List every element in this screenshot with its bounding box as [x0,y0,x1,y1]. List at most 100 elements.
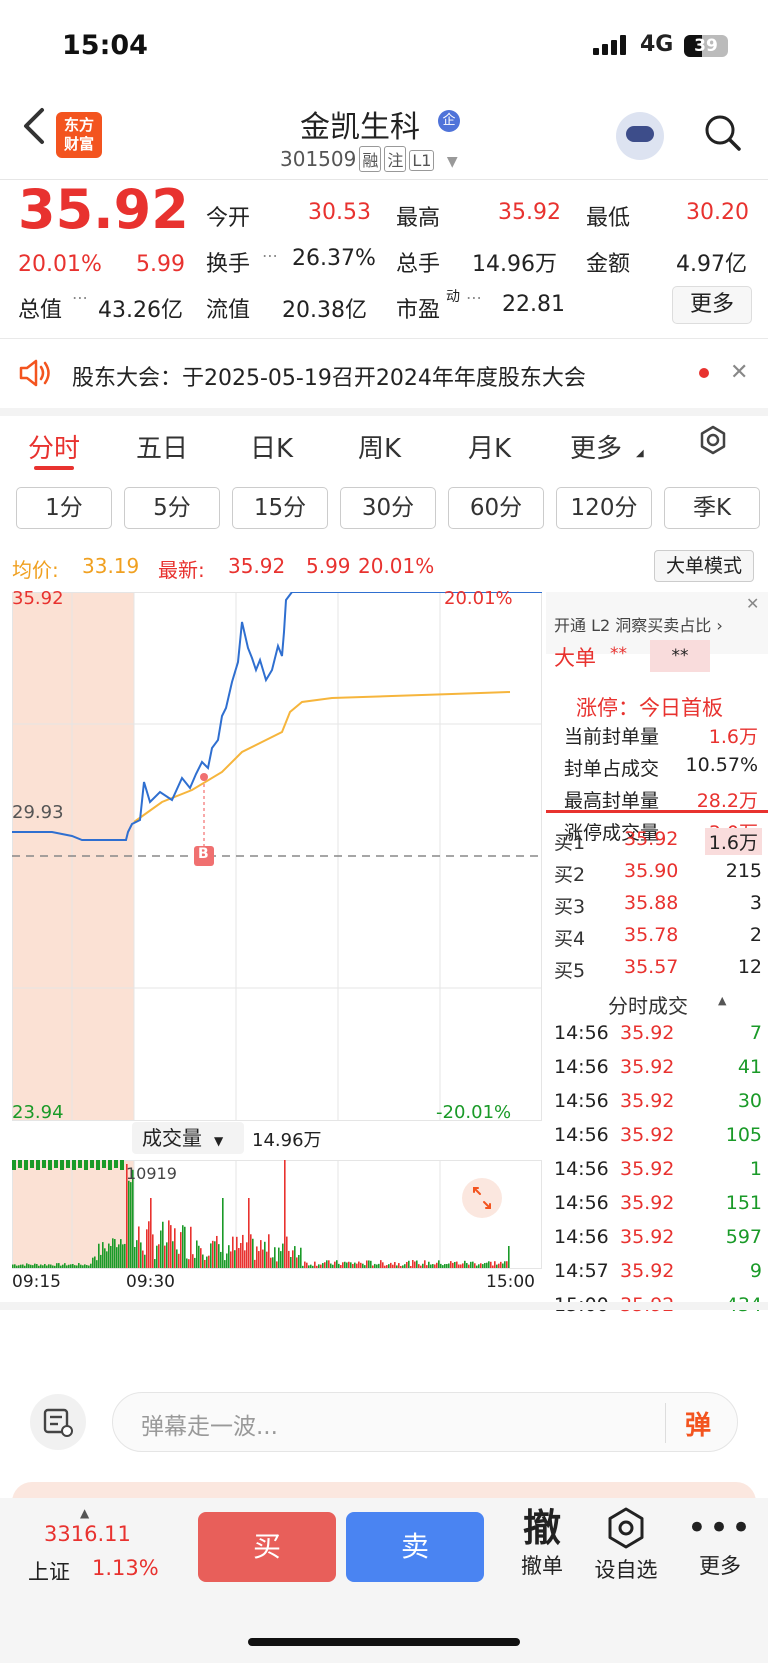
volume-bar [498,1263,500,1268]
volume-bar [210,1243,212,1268]
tick-row: 14:57 35.92 9 [546,1260,768,1290]
volume-bar [346,1262,348,1268]
volume-bar [114,1239,116,1268]
tab-5day[interactable]: 五日 [136,428,188,465]
volume-bar [82,1265,84,1268]
intraday-chart[interactable]: 35.92 29.93 23.94 20.01% -20.01% B 成交量 ▼ … [12,588,542,1302]
volume-bar [144,1254,146,1268]
buy-marker[interactable]: B [198,846,209,862]
period-quarter[interactable]: 季K [664,487,760,529]
info-icon[interactable]: ⋯ [466,288,482,307]
bid-row[interactable]: 买2 35.90 215 [546,860,768,890]
period-5min[interactable]: 5分 [124,487,220,529]
tab-more[interactable]: 更多 [570,428,622,465]
tab-weekly[interactable]: 周K [358,428,401,465]
gear-icon[interactable] [696,424,730,462]
tick-volume: 1 [749,1158,762,1180]
volume-bar [42,1265,44,1268]
volume-indicator-select[interactable]: 成交量 ▼ [132,1122,244,1154]
close-icon[interactable]: ✕ [730,360,748,385]
period-120min[interactable]: 120分 [556,487,652,529]
volume-bar [494,1261,496,1268]
tab-intraday[interactable]: 分时 [28,428,80,465]
volume-bar [374,1263,376,1268]
volume-bar [342,1262,344,1268]
bid-row[interactable]: 买4 35.78 2 [546,924,768,954]
period-60min[interactable]: 60分 [448,487,544,529]
danmaku-input[interactable]: 弹幕走一波... 弹 [112,1392,738,1452]
volume-bar [448,1263,450,1268]
volume-bar [320,1264,322,1268]
app-logo[interactable]: 东方 财富 [56,112,102,158]
tick-price: 35.92 [620,1260,675,1282]
volume-bar [456,1261,458,1268]
more-actions-button[interactable]: ••• 更多 [686,1506,754,1580]
bid-price: 35.88 [624,892,679,914]
volume-bar [340,1265,342,1268]
avg-price-label: 均价: [12,558,59,582]
volume-bar [358,1261,360,1268]
volume-bar [450,1261,452,1268]
volume-bar [330,1263,332,1268]
chevron-down-icon[interactable]: ▼ [447,154,458,170]
info-icon[interactable]: ⋯ [262,246,278,265]
volume-bar [66,1265,68,1268]
notice-text[interactable]: 股东大会：于2025-05-19召开2024年年度股东大会 [72,360,586,392]
change-pct: 20.01% [18,252,102,277]
auction-bar [84,1160,88,1170]
tab-daily[interactable]: 日K [250,428,293,465]
volume-bar [122,1244,124,1268]
volume-bar [254,1259,256,1268]
bid-level: 买3 [554,896,586,918]
volume-bar [338,1263,340,1268]
back-icon[interactable] [22,106,46,156]
volume-bar [214,1241,216,1268]
volume-bar [12,1264,14,1268]
period-30min[interactable]: 30分 [340,487,436,529]
more-quote-button[interactable]: 更多 [672,286,752,324]
stock-name[interactable]: 金凯生科 [300,102,420,146]
info-icon[interactable]: ⋯ [72,288,88,307]
assistant-avatar-icon[interactable] [616,112,664,160]
auction-bar [48,1160,52,1170]
l2-promo-link[interactable]: 开通 L2 洞察买卖占比 › [554,612,723,636]
buy-button[interactable]: 买 [198,1512,336,1582]
volume-bar [308,1265,310,1268]
bid-row[interactable]: 买3 35.88 3 [546,892,768,922]
period-15min[interactable]: 15分 [232,487,328,529]
volume-bar [344,1261,346,1268]
volume-bar [206,1256,208,1268]
close-icon[interactable]: ✕ [746,594,759,613]
tab-monthly[interactable]: 月K [468,428,511,465]
danmaku-settings-icon[interactable] [30,1394,86,1450]
search-icon[interactable] [704,114,742,152]
add-watchlist-button[interactable]: 设自选 [590,1506,662,1584]
danmaku-placeholder: 弹幕走一波... [141,1414,278,1440]
open-value: 30.53 [308,200,371,225]
volume-max-label: 10919 [126,1164,177,1183]
chevron-up-icon[interactable]: ▲ [718,994,726,1007]
volume-bar [440,1263,442,1268]
time-close: 15:00 [486,1272,535,1292]
period-1min[interactable]: 1分 [16,487,112,529]
chevron-up-icon[interactable]: ▲ [80,1506,89,1520]
volume-bar [432,1264,434,1268]
amount-label: 金额 [586,252,631,277]
cancel-order-button[interactable]: 撤 撤单 [510,1506,574,1580]
sell-button[interactable]: 卖 [346,1512,484,1582]
tick-row: 14:56 35.92 7 [546,1022,768,1052]
index-value[interactable]: 3316.11 [44,1522,131,1546]
volume-bar [274,1247,276,1268]
tick-volume: 30 [737,1090,762,1112]
pct-max-label: 20.01% [444,588,513,609]
bid-row[interactable]: 买5 35.57 12 [546,956,768,986]
expand-icon[interactable] [462,1178,502,1218]
big-order-mode-button[interactable]: 大单模式 [654,550,754,582]
volume-bar [386,1265,388,1268]
auction-bar [114,1160,118,1168]
bid-row[interactable]: 买1 35.92 1.6万 [546,828,768,858]
volume-bar [60,1265,62,1268]
stock-code-row[interactable]: 301509 融注 L1 ▼ [280,146,458,172]
danmaku-send-button[interactable]: 弹 [685,1405,711,1442]
volume-bar [46,1265,48,1268]
